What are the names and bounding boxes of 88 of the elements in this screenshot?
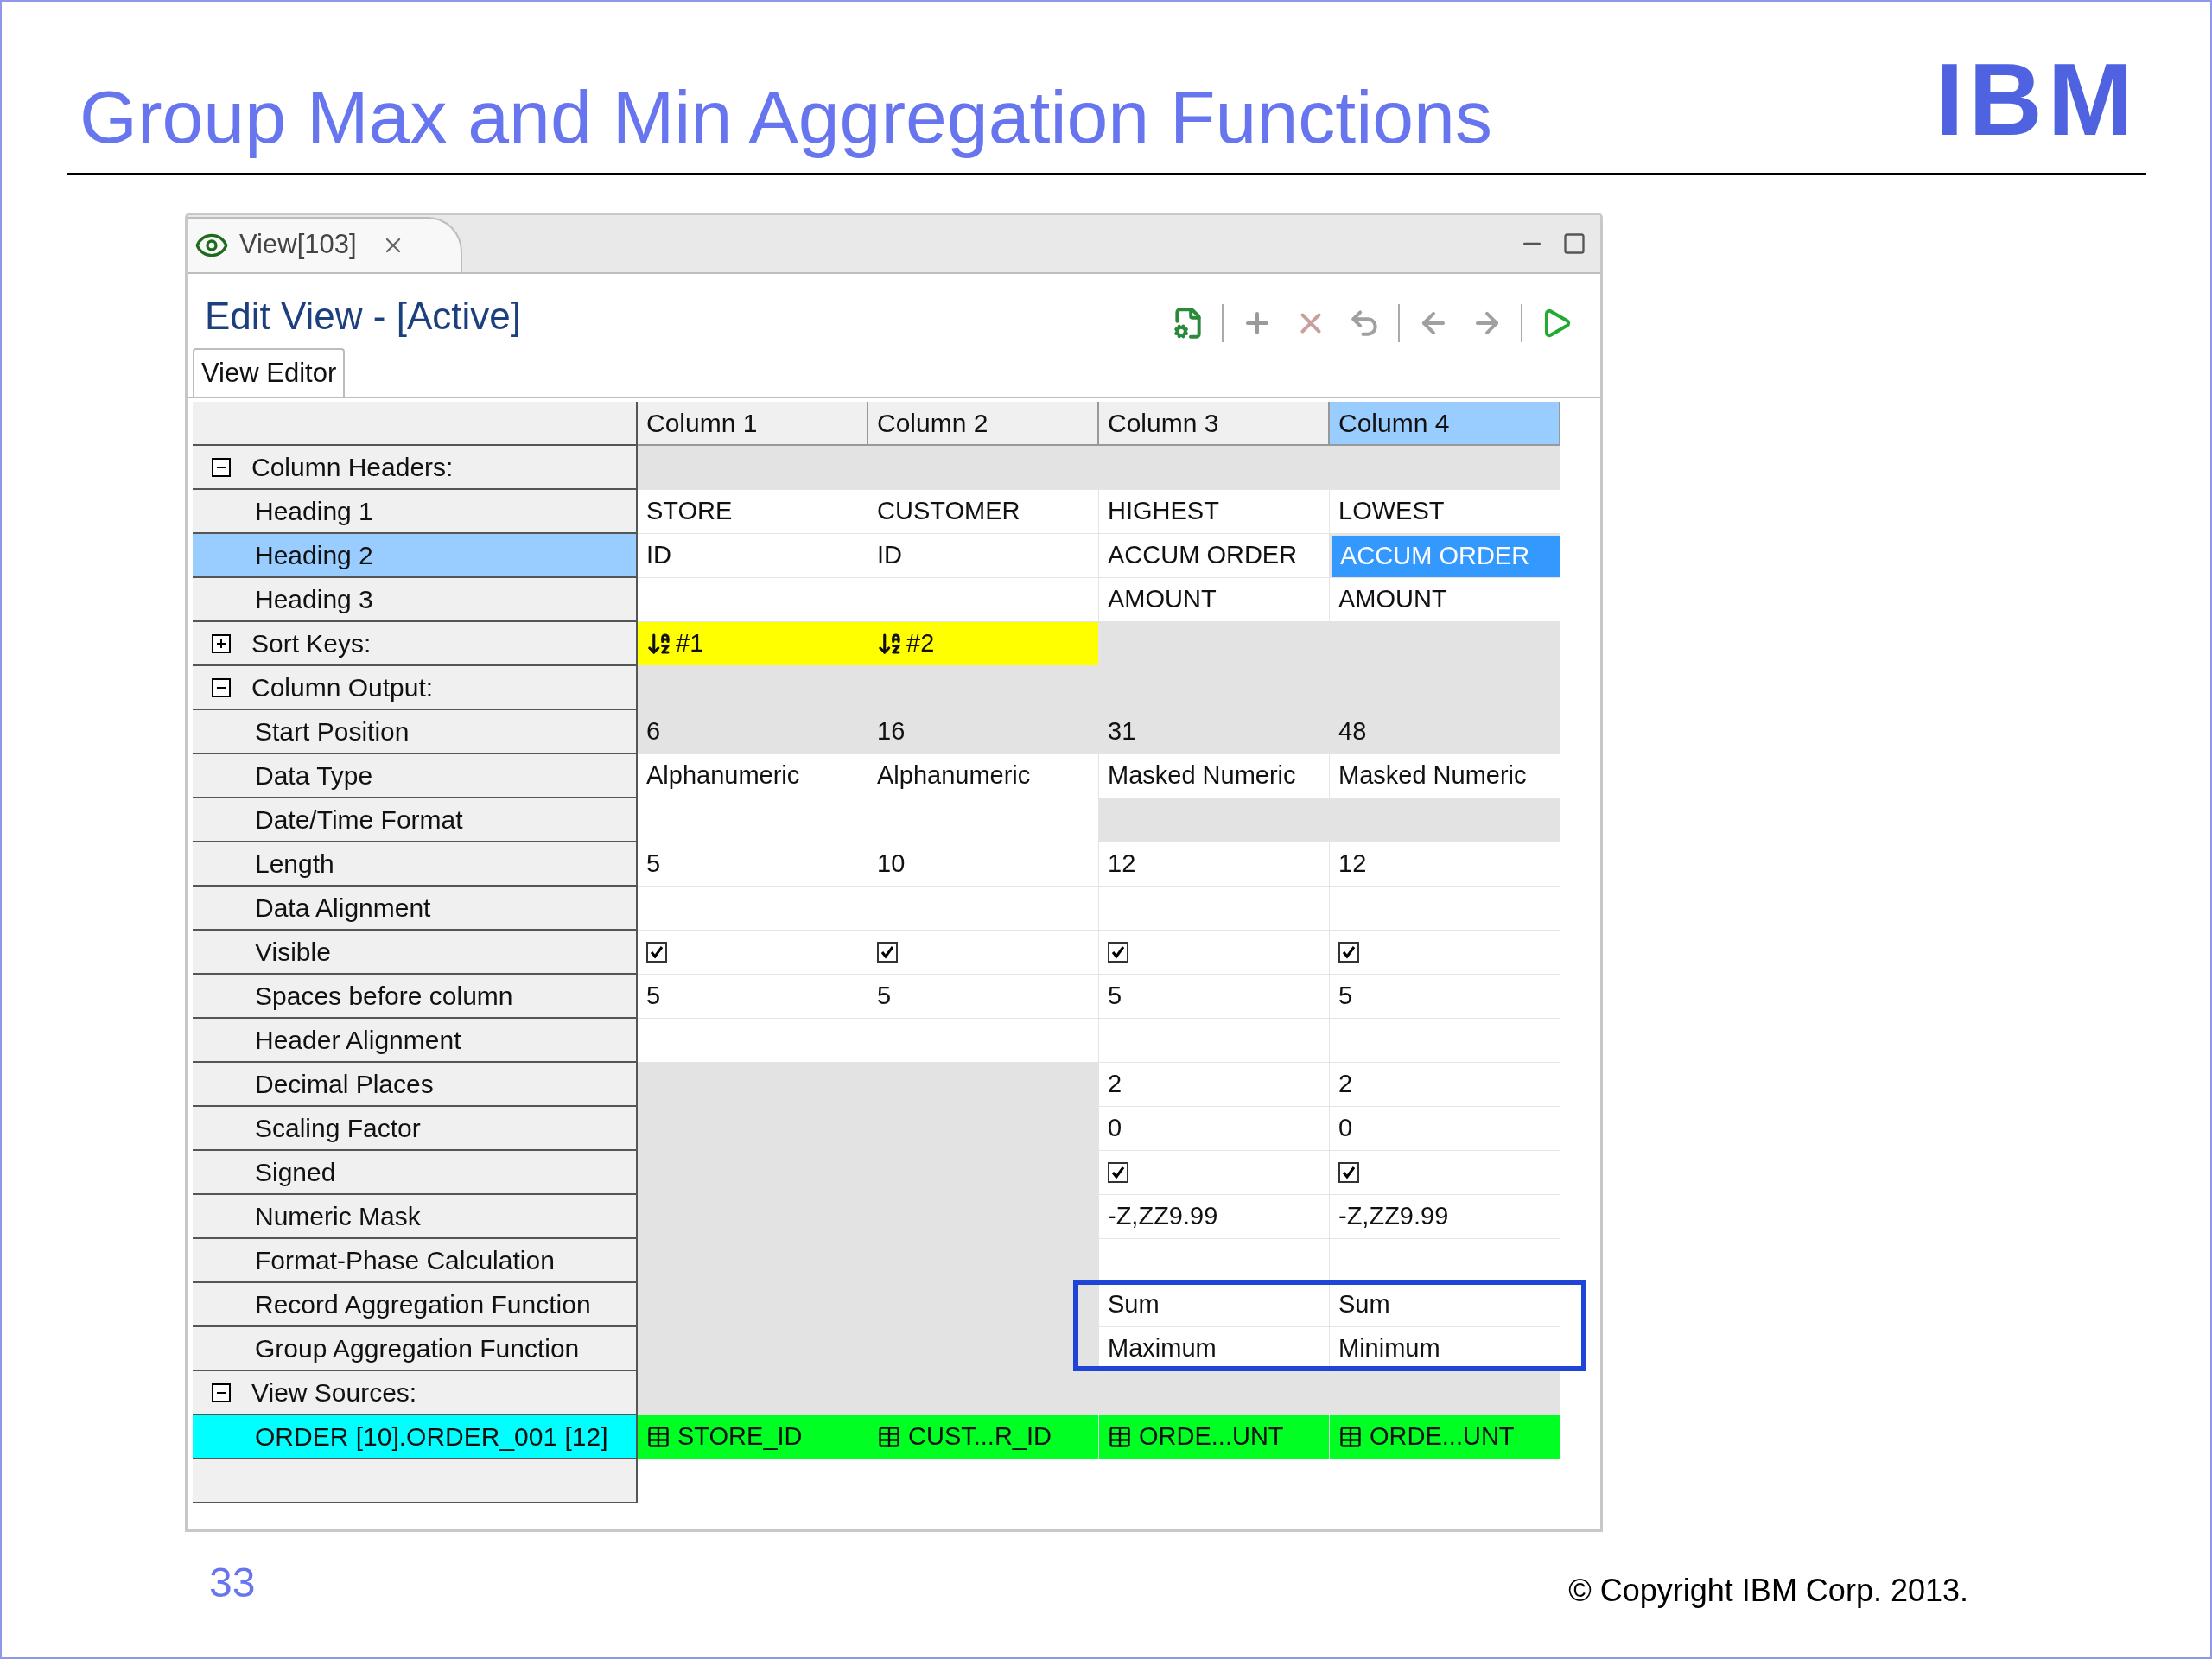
table-cell[interactable]: CUSTOMER bbox=[868, 490, 1099, 534]
row-label[interactable]: Format-Phase Calculation bbox=[193, 1239, 638, 1283]
row-label[interactable]: Heading 1 bbox=[193, 490, 638, 534]
table-cell[interactable]: Sum bbox=[1099, 1283, 1330, 1327]
table-icon bbox=[1108, 1425, 1132, 1449]
row-label[interactable]: ORDER [10].ORDER_001 [12] bbox=[193, 1415, 638, 1459]
checkbox[interactable] bbox=[877, 942, 898, 963]
column-header[interactable]: Column 3 bbox=[1099, 402, 1330, 446]
view-tab[interactable]: View[103] bbox=[188, 216, 462, 272]
table-cell[interactable]: ID bbox=[868, 534, 1099, 578]
page-number: 33 bbox=[209, 1559, 256, 1607]
sort-key-text: #1 bbox=[676, 628, 704, 659]
checkbox[interactable] bbox=[646, 942, 667, 963]
table-icon bbox=[1338, 1425, 1363, 1449]
row-label[interactable]: Header Alignment bbox=[193, 1019, 638, 1063]
table-cell[interactable]: Sum bbox=[1330, 1283, 1560, 1327]
row-label[interactable]: Column Output: bbox=[193, 666, 638, 710]
logo: IBM bbox=[1935, 41, 2138, 158]
row-label[interactable]: Length bbox=[193, 842, 638, 887]
column-header[interactable]: Column 4 bbox=[1330, 402, 1560, 446]
source-field-text: STORE_ID bbox=[677, 1421, 803, 1452]
editor-tab[interactable]: View Editor bbox=[193, 347, 346, 397]
table-cell[interactable]: LOWEST bbox=[1330, 490, 1560, 534]
row-label[interactable]: Heading 3 bbox=[193, 578, 638, 622]
table-cell[interactable]: STORE bbox=[638, 490, 868, 534]
source-field-text: ORDE...UNT bbox=[1139, 1421, 1284, 1452]
table-cell[interactable]: 2 bbox=[1099, 1063, 1330, 1107]
column-header[interactable]: Column 1 bbox=[638, 402, 868, 446]
table-cell[interactable]: Alphanumeric bbox=[868, 754, 1099, 798]
table-cell[interactable]: ACCUM ORDER bbox=[1099, 534, 1330, 578]
checkbox[interactable] bbox=[1108, 1162, 1128, 1183]
row-label[interactable]: Column Headers: bbox=[193, 446, 638, 490]
section-label: View Sources: bbox=[251, 1377, 417, 1408]
table-icon bbox=[877, 1425, 901, 1449]
row-label[interactable]: Decimal Places bbox=[193, 1063, 638, 1107]
table-cell[interactable]: Masked Numeric bbox=[1330, 754, 1560, 798]
row-label[interactable]: View Sources: bbox=[193, 1371, 638, 1415]
section-label: Column Output: bbox=[251, 672, 434, 703]
table-cell[interactable]: AMOUNT bbox=[1330, 578, 1560, 622]
row-label[interactable]: Record Aggregation Function bbox=[193, 1283, 638, 1327]
row-label[interactable]: Group Aggregation Function bbox=[193, 1327, 638, 1371]
table-cell[interactable]: 10 bbox=[868, 842, 1099, 887]
row-label[interactable]: Heading 2 bbox=[193, 534, 638, 578]
table-icon bbox=[646, 1425, 671, 1449]
expand-icon[interactable] bbox=[212, 633, 231, 653]
table-cell[interactable]: 5 bbox=[1099, 975, 1330, 1019]
checkbox[interactable] bbox=[1108, 942, 1128, 963]
table-cell[interactable]: AMOUNT bbox=[1099, 578, 1330, 622]
source-field-text: ORDE...UNT bbox=[1370, 1421, 1515, 1452]
table-cell[interactable]: 5 bbox=[868, 975, 1099, 1019]
table-cell[interactable]: Masked Numeric bbox=[1099, 754, 1330, 798]
table-cell[interactable]: 12 bbox=[1099, 842, 1330, 887]
checkbox[interactable] bbox=[1338, 942, 1359, 963]
maximize-icon[interactable] bbox=[1562, 231, 1586, 256]
table-cell[interactable]: 0 bbox=[1099, 1107, 1330, 1151]
table-cell[interactable]: -Z,ZZ9.99 bbox=[1099, 1195, 1330, 1239]
collapse-icon[interactable] bbox=[212, 677, 231, 697]
table-cell[interactable]: 5 bbox=[638, 842, 868, 887]
table-cell[interactable]: -Z,ZZ9.99 bbox=[1330, 1195, 1560, 1239]
table-cell[interactable]: 5 bbox=[1330, 975, 1560, 1019]
sort-key-text: #2 bbox=[906, 628, 935, 659]
row-label[interactable]: Visible bbox=[193, 931, 638, 975]
table-cell[interactable]: 2 bbox=[1330, 1063, 1560, 1107]
table-cell[interactable]: 12 bbox=[1330, 842, 1560, 887]
row-label[interactable]: Spaces before column bbox=[193, 975, 638, 1019]
section-label: Column Headers: bbox=[251, 452, 454, 483]
copyright-text: © Copyright IBM Corp. 2013. bbox=[1568, 1572, 1968, 1610]
section-label: Sort Keys: bbox=[251, 628, 372, 659]
source-field-text: CUST...R_ID bbox=[908, 1421, 1052, 1452]
row-label[interactable]: Scaling Factor bbox=[193, 1107, 638, 1151]
row-label[interactable]: Numeric Mask bbox=[193, 1195, 638, 1239]
row-label[interactable]: Date/Time Format bbox=[193, 798, 638, 842]
row-label[interactable]: Start Position bbox=[193, 710, 638, 754]
row-label[interactable]: Signed bbox=[193, 1151, 638, 1195]
row-label[interactable]: Data Alignment bbox=[193, 887, 638, 931]
editor-heading: Edit View - [Active] bbox=[205, 293, 521, 339]
slide-title: Group Max and Min Aggregation Functions bbox=[79, 74, 1492, 160]
table-cell[interactable]: 5 bbox=[638, 975, 868, 1019]
table-cell[interactable]: HIGHEST bbox=[1099, 490, 1330, 534]
table-cell[interactable]: ID bbox=[638, 534, 868, 578]
checkbox[interactable] bbox=[1338, 1162, 1359, 1183]
table-cell[interactable]: Alphanumeric bbox=[638, 754, 868, 798]
collapse-icon[interactable] bbox=[212, 1382, 231, 1402]
row-label[interactable]: Sort Keys: bbox=[193, 622, 638, 666]
collapse-icon[interactable] bbox=[212, 457, 231, 477]
table-cell[interactable]: 0 bbox=[1330, 1107, 1560, 1151]
column-header[interactable]: Column 2 bbox=[868, 402, 1099, 446]
row-label[interactable]: Data Type bbox=[193, 754, 638, 798]
